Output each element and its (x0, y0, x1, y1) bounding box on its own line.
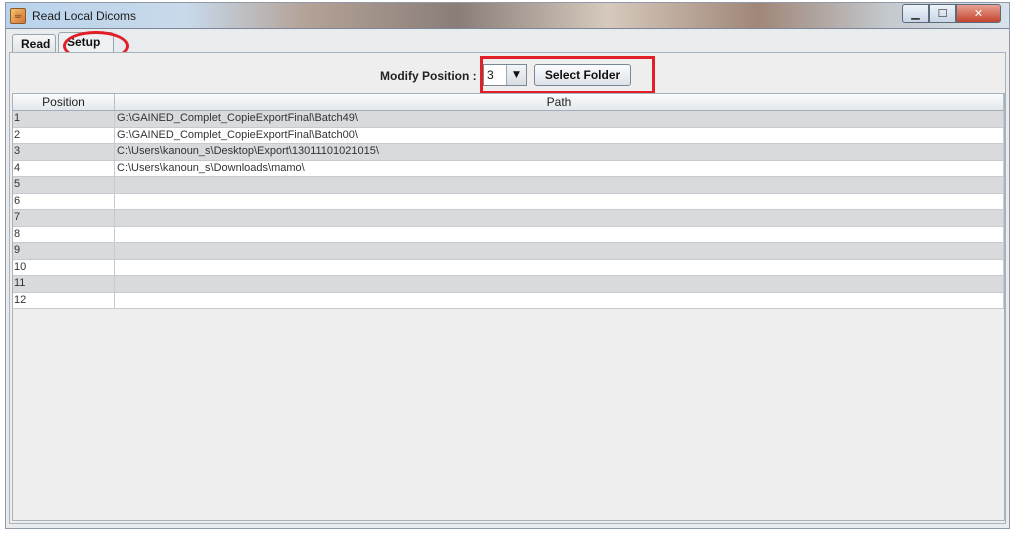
tab-read[interactable]: Read (12, 34, 56, 54)
cell-path[interactable] (115, 243, 1004, 259)
close-icon[interactable]: ✕ (956, 4, 1001, 23)
table-header: Position Path (13, 94, 1004, 111)
setup-panel: Modify Position : 3 ▼ Select Folder Posi… (9, 52, 1006, 524)
cell-path[interactable] (115, 259, 1004, 275)
folder-table: Position Path 1 G:\GAINED_Complet_CopieEx… (12, 93, 1005, 521)
cell-position[interactable]: 11 (13, 276, 115, 292)
cell-position[interactable]: 9 (13, 243, 115, 259)
window-controls: ▁ ☐ ✕ (902, 4, 1001, 23)
cell-path[interactable] (115, 292, 1004, 308)
cell-path[interactable]: G:\GAINED_Complet_CopieExportFinal\Batch… (115, 111, 1004, 127)
table-row[interactable]: 4 C:\Users\kanoun_s\Downloads\mamo\ (13, 160, 1004, 177)
cell-position[interactable]: 7 (13, 210, 115, 226)
cell-position[interactable]: 3 (13, 144, 115, 160)
table-row[interactable]: 3 C:\Users\kanoun_s\Desktop\Export\130111… (13, 144, 1004, 161)
maximize-icon[interactable]: ☐ (929, 4, 956, 23)
cell-position[interactable]: 10 (13, 259, 115, 275)
table-row[interactable]: 7 (13, 210, 1004, 227)
table-row[interactable]: 6 (13, 193, 1004, 210)
app-window: ☕ Read Local Dicoms ▁ ☐ ✕ Read Setup Mod… (5, 2, 1010, 529)
table-body: 1 G:\GAINED_Complet_CopieExportFinal\Batc… (13, 111, 1004, 309)
table-row[interactable]: 10 (13, 259, 1004, 276)
table-row[interactable]: 2 G:\GAINED_Complet_CopieExportFinal\Batc… (13, 127, 1004, 144)
column-header-position[interactable]: Position (13, 94, 115, 110)
table-row[interactable]: 5 (13, 177, 1004, 194)
cell-position[interactable]: 1 (13, 111, 115, 127)
table-row[interactable]: 12 (13, 292, 1004, 309)
title-bar[interactable]: ☕ Read Local Dicoms ▁ ☐ ✕ (6, 3, 1009, 29)
cell-position[interactable]: 4 (13, 160, 115, 176)
column-header-path[interactable]: Path (115, 94, 1004, 110)
cell-path[interactable] (115, 193, 1004, 209)
cell-path[interactable]: C:\Users\kanoun_s\Downloads\mamo\ (115, 160, 1004, 176)
table-row[interactable]: 1 G:\GAINED_Complet_CopieExportFinal\Batc… (13, 111, 1004, 128)
java-cup-icon: ☕ (10, 8, 26, 24)
cell-path[interactable] (115, 210, 1004, 226)
minimize-icon[interactable]: ▁ (902, 4, 929, 23)
cell-path[interactable] (115, 177, 1004, 193)
modify-position-label: Modify Position : (380, 69, 477, 83)
cell-position[interactable]: 12 (13, 292, 115, 308)
setup-toolbar: Modify Position : 3 ▼ Select Folder (10, 53, 1005, 94)
cell-path[interactable]: G:\GAINED_Complet_CopieExportFinal\Batch… (115, 127, 1004, 143)
cell-path[interactable]: C:\Users\kanoun_s\Desktop\Export\1301110… (115, 144, 1004, 160)
cell-position[interactable]: 8 (13, 226, 115, 242)
annotation-rectangle (480, 56, 655, 94)
cell-position[interactable]: 6 (13, 193, 115, 209)
table-row[interactable]: 11 (13, 276, 1004, 293)
cell-position[interactable]: 2 (13, 127, 115, 143)
table-row[interactable]: 8 (13, 226, 1004, 243)
cell-path[interactable] (115, 276, 1004, 292)
window-title: Read Local Dicoms (32, 9, 137, 23)
cell-path[interactable] (115, 226, 1004, 242)
cell-position[interactable]: 5 (13, 177, 115, 193)
table-row[interactable]: 9 (13, 243, 1004, 260)
